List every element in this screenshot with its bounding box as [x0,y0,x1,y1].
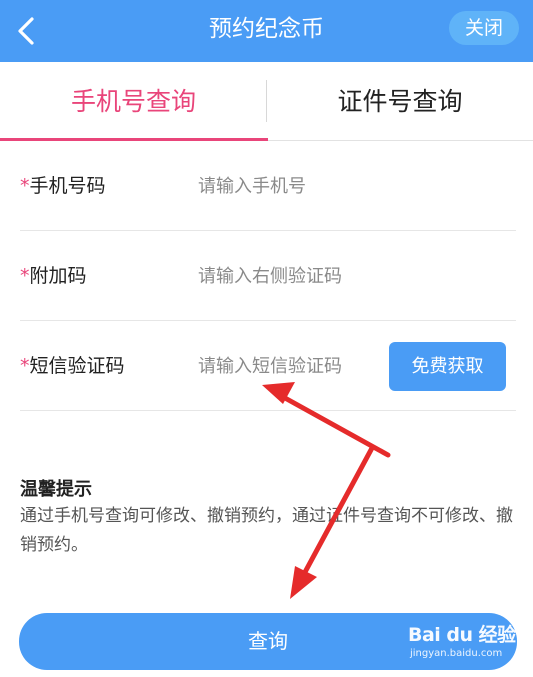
phone-label: *手机号码 [20,141,106,231]
get-sms-code-button[interactable]: 免费获取 [389,342,506,391]
baidu-jingyan-watermark: Bai du 经验 jingyan.baidu.com [408,618,516,666]
extra-code-input[interactable] [198,257,388,295]
form-row-sms-code: *短信验证码 免费获取 [20,321,516,411]
tab-bar: 手机号查询 证件号查询 [0,62,533,141]
sms-code-input[interactable] [198,347,388,385]
form-row-phone: *手机号码 [20,141,516,231]
close-button[interactable]: 关闭 [449,11,519,45]
tip-text: 通过手机号查询可修改、撤销预约，通过证件号查询不可修改、撤销预约。 [20,506,513,555]
phone-input[interactable] [198,167,388,205]
form-row-extra-code: *附加码 [20,231,516,321]
header-bar: 预约纪念币 关闭 [0,0,533,62]
phone-label-text: 手机号码 [29,175,106,197]
watermark-logo-text: Bai du 经验 [408,624,516,646]
sms-code-label: *短信验证码 [20,321,125,411]
required-mark: * [20,175,30,197]
extra-code-label-text: 附加码 [29,265,87,287]
tab-id-query[interactable]: 证件号查询 [267,62,533,141]
extra-code-label: *附加码 [20,231,87,321]
tip-title: 温馨提示 [20,479,92,500]
sms-code-label-text: 短信验证码 [29,355,125,377]
required-mark: * [20,265,30,287]
required-mark: * [20,355,30,377]
watermark-url: jingyan.baidu.com [410,648,503,659]
tab-phone-query[interactable]: 手机号查询 [0,62,267,141]
